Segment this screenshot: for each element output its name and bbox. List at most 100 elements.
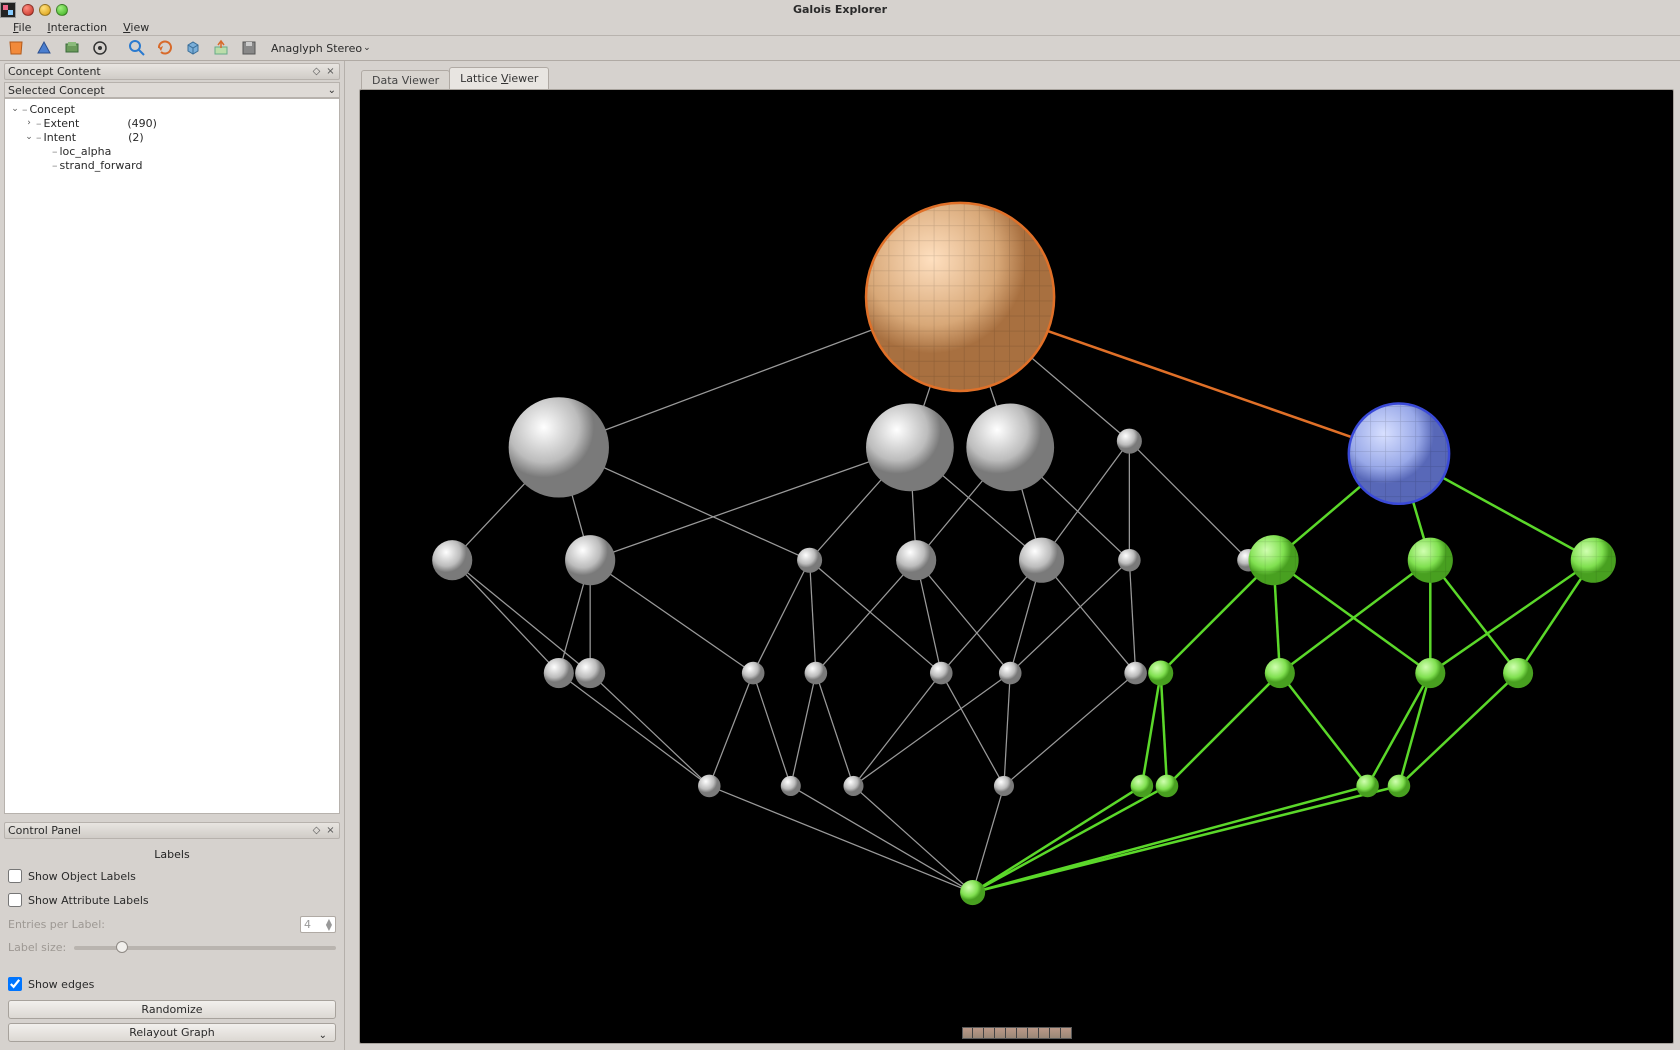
node-green[interactable] bbox=[1265, 658, 1295, 688]
checkbox[interactable] bbox=[8, 893, 22, 907]
node-green[interactable] bbox=[1415, 658, 1445, 688]
labels-heading: Labels bbox=[8, 845, 336, 864]
control-panel: Control Panel ◇ × Labels Show Object Lab… bbox=[0, 820, 344, 1050]
viewer-tabs: Data Viewer Lattice Viewer bbox=[359, 67, 1674, 89]
node[interactable] bbox=[509, 397, 609, 497]
tree-node-concept[interactable]: ⌄– Concept bbox=[7, 102, 337, 116]
menu-interaction[interactable]: Interaction bbox=[40, 20, 114, 35]
window-titlebar: Galois Explorer bbox=[0, 0, 1680, 19]
tool-icon-4[interactable] bbox=[90, 38, 110, 58]
chevron-down-icon: ⌄ bbox=[363, 43, 371, 53]
lattice-graph[interactable] bbox=[360, 90, 1673, 1043]
node-green[interactable] bbox=[1388, 775, 1411, 798]
node[interactable] bbox=[1124, 662, 1147, 685]
node[interactable] bbox=[544, 658, 574, 688]
node-green[interactable] bbox=[960, 880, 985, 905]
tree-leaf[interactable]: –strand_forward bbox=[7, 158, 337, 172]
edges-grey bbox=[452, 297, 1248, 893]
node[interactable] bbox=[432, 540, 472, 580]
node-green[interactable] bbox=[1503, 658, 1533, 688]
chevron-down-icon: ⌄ bbox=[328, 85, 336, 96]
panel-close-icon[interactable]: × bbox=[325, 66, 336, 77]
concept-tree[interactable]: ⌄– Concept ›– Extent (490) ⌄– Intent (2)… bbox=[4, 98, 340, 814]
panel-detach-icon[interactable]: ◇ bbox=[311, 825, 322, 836]
node[interactable] bbox=[866, 403, 954, 491]
tree-node-intent[interactable]: ⌄– Intent (2) bbox=[7, 130, 337, 144]
show-object-labels-checkbox[interactable]: Show Object Labels bbox=[8, 864, 336, 888]
node[interactable] bbox=[565, 535, 615, 585]
progress-bar bbox=[962, 1027, 1072, 1039]
node-green[interactable] bbox=[1131, 775, 1154, 798]
node-green[interactable] bbox=[1148, 661, 1173, 686]
node[interactable] bbox=[1118, 549, 1141, 572]
tree-node-extent[interactable]: ›– Extent (490) bbox=[7, 116, 337, 130]
menu-file[interactable]: File bbox=[6, 20, 38, 35]
toolbar: Anaglyph Stereo⌄ bbox=[0, 36, 1680, 61]
main-panel: Data Viewer Lattice Viewer bbox=[345, 61, 1680, 1050]
label-size-row: Label size: bbox=[8, 937, 336, 958]
control-panel-title: Control Panel bbox=[8, 824, 81, 837]
tab-data-viewer[interactable]: Data Viewer bbox=[361, 70, 450, 90]
show-edges-checkbox[interactable]: Show edges bbox=[8, 972, 336, 996]
spin-arrows-icon: ▲▼ bbox=[326, 919, 332, 931]
export-icon[interactable] bbox=[211, 38, 231, 58]
node[interactable] bbox=[575, 658, 605, 688]
node[interactable] bbox=[805, 662, 828, 685]
node[interactable] bbox=[698, 775, 721, 798]
node-blue[interactable] bbox=[1349, 403, 1449, 503]
panel-detach-icon[interactable]: ◇ bbox=[311, 66, 322, 77]
tool-icon-3[interactable] bbox=[62, 38, 82, 58]
menubar: File Interaction View bbox=[0, 19, 1680, 36]
chevron-down-icon: ⌄ bbox=[319, 1027, 327, 1044]
rotate-icon[interactable] bbox=[155, 38, 175, 58]
node[interactable] bbox=[742, 662, 765, 685]
node[interactable] bbox=[797, 548, 822, 573]
close-window-button[interactable] bbox=[22, 4, 34, 16]
checkbox[interactable] bbox=[8, 977, 22, 991]
node-top[interactable] bbox=[866, 203, 1054, 391]
node[interactable] bbox=[781, 776, 801, 796]
side-panel: Concept Content ◇ × Selected Concept ⌄ ⌄… bbox=[0, 61, 345, 1050]
node[interactable] bbox=[1019, 538, 1064, 583]
selected-concept-title: Selected Concept bbox=[8, 84, 105, 97]
node[interactable] bbox=[1117, 429, 1142, 454]
menu-view[interactable]: View bbox=[116, 20, 156, 35]
node-green[interactable] bbox=[1571, 538, 1616, 583]
lattice-viewer[interactable] bbox=[359, 89, 1674, 1044]
node[interactable] bbox=[999, 662, 1022, 685]
app-icon bbox=[0, 2, 16, 18]
randomize-button[interactable]: Randomize bbox=[8, 1000, 336, 1019]
tree-leaf[interactable]: –loc_alpha bbox=[7, 144, 337, 158]
selected-concept-header[interactable]: Selected Concept ⌄ bbox=[4, 82, 340, 98]
minimize-window-button[interactable] bbox=[39, 4, 51, 16]
node[interactable] bbox=[966, 403, 1054, 491]
save-icon[interactable] bbox=[239, 38, 259, 58]
label-size-slider[interactable] bbox=[74, 946, 336, 950]
node-green[interactable] bbox=[1248, 535, 1298, 585]
concept-content-title: Concept Content bbox=[8, 65, 101, 78]
concept-content-header: Concept Content ◇ × bbox=[4, 63, 340, 80]
cube-icon[interactable] bbox=[183, 38, 203, 58]
tool-icon-2[interactable] bbox=[34, 38, 54, 58]
show-attribute-labels-checkbox[interactable]: Show Attribute Labels bbox=[8, 888, 336, 912]
panel-close-icon[interactable]: × bbox=[325, 825, 336, 836]
node[interactable] bbox=[843, 776, 863, 796]
stereo-label: Anaglyph Stereo bbox=[271, 42, 362, 55]
checkbox[interactable] bbox=[8, 869, 22, 883]
node-green[interactable] bbox=[1356, 775, 1379, 798]
control-panel-header: Control Panel ◇ × bbox=[4, 822, 340, 839]
traffic-lights bbox=[18, 4, 68, 16]
stereo-mode-dropdown[interactable]: Anaglyph Stereo⌄ bbox=[267, 42, 375, 55]
node-green[interactable] bbox=[1156, 775, 1179, 798]
entries-spinbox[interactable]: 4 ▲▼ bbox=[300, 916, 336, 933]
zoom-icon[interactable] bbox=[127, 38, 147, 58]
node[interactable] bbox=[930, 662, 953, 685]
tool-icon-1[interactable] bbox=[6, 38, 26, 58]
node[interactable] bbox=[994, 776, 1014, 796]
tab-lattice-viewer[interactable]: Lattice Viewer bbox=[449, 67, 549, 89]
relayout-button[interactable]: Relayout Graph ⌄ bbox=[8, 1023, 336, 1042]
node-green[interactable] bbox=[1408, 538, 1453, 583]
maximize-window-button[interactable] bbox=[56, 4, 68, 16]
window-title: Galois Explorer bbox=[793, 3, 887, 16]
node[interactable] bbox=[896, 540, 936, 580]
